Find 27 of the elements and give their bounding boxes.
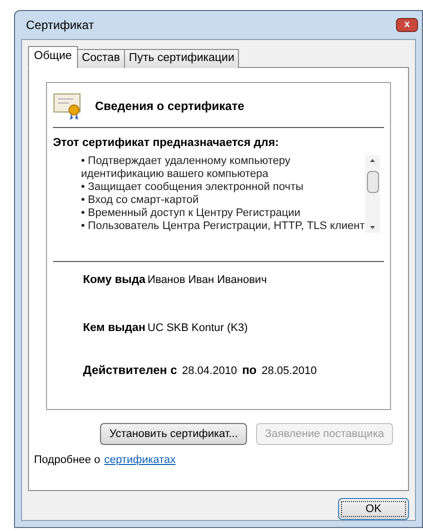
dialog-button[interactable]: Установить сертификат... <box>100 423 247 445</box>
info-title: Сведения о сертификате <box>95 98 244 114</box>
field-label: Действителен с <box>83 362 177 379</box>
ok-button[interactable]: OK <box>338 498 409 520</box>
certificate-icon <box>53 90 83 120</box>
field-value: Иванов Иван Иванович <box>147 273 267 288</box>
tab[interactable]: Общие <box>28 46 78 68</box>
window-title: Сертификат <box>26 17 94 34</box>
tab[interactable]: Путь сертификации <box>124 49 240 68</box>
certificates-link[interactable]: сертификатах <box>104 452 176 468</box>
purpose-item: • Пользователь Центра Регистрации, HTTP, TLS клиент <box>81 220 365 234</box>
tab[interactable]: Состав <box>76 49 125 68</box>
purpose-item: • Вход со смарт-картой <box>81 194 200 208</box>
purpose-item: • Подтверждает удаленному компьютеру идентификацию вашего компьютера <box>81 155 292 182</box>
purpose-item: • Временный доступ к Центру Регистрации <box>81 207 302 220</box>
field-label: по <box>242 362 257 379</box>
more-info-text: Подробнее о <box>34 453 100 468</box>
field-value: 28.05.2010 <box>262 364 317 379</box>
field-label: Кому выда <box>83 273 146 288</box>
field-value: UC SKB Kontur (K3) <box>148 320 248 336</box>
purpose-heading: Этот сертификат предназначается для: <box>53 136 280 151</box>
scrollbar[interactable] <box>365 155 380 234</box>
field-value: 28.04.2010 <box>182 364 238 379</box>
field-label: Кем выдан <box>83 320 146 336</box>
scroll-thumb[interactable] <box>366 171 378 194</box>
purpose-item: • Защищает сообщения электронной почты <box>81 181 304 194</box>
close-button[interactable]: x <box>396 18 418 32</box>
